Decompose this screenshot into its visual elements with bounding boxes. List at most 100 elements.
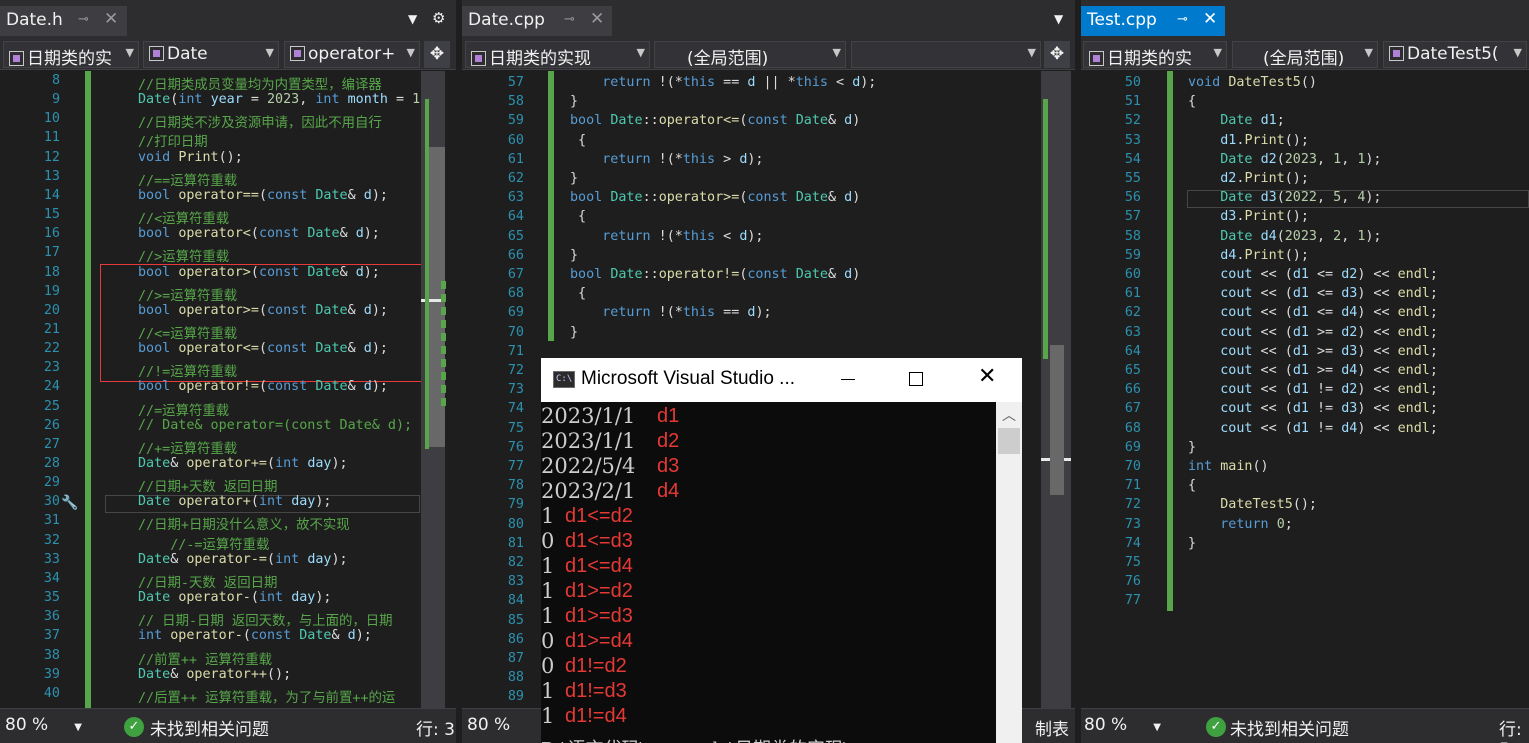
line-number: 65	[507, 228, 524, 244]
console-annotation: d1!=d2	[565, 655, 627, 677]
code-line: {	[570, 132, 587, 148]
code-line: cout << (d1 >= d3) << endl;	[1220, 343, 1438, 359]
code-line: }	[570, 247, 579, 263]
close-icon[interactable]: ✕	[104, 9, 118, 29]
check-circle-icon: ✓	[124, 717, 144, 737]
line-number: 10	[43, 111, 60, 127]
code-line: bool operator>=(const Date& d);	[138, 302, 388, 318]
member-dropdown[interactable]: DateTest5(▼	[1383, 41, 1527, 68]
dropdown-arrow-icon[interactable]: ▼	[408, 12, 417, 26]
vertical-scrollbar[interactable]	[1041, 71, 1071, 708]
code-line: Date d2(2023, 1, 1);	[1220, 151, 1382, 167]
line-number: 66	[1124, 382, 1141, 398]
scope-dropdown[interactable]: Date ▼	[143, 41, 279, 68]
project-label: 日期类的实	[1107, 49, 1192, 68]
zoom-dropdown[interactable]: 80 % ▼	[1084, 715, 1161, 735]
split-icon[interactable]: ✥	[1044, 41, 1070, 68]
line-number: 58	[507, 94, 524, 110]
line-number: 23	[43, 360, 60, 376]
line-number: 28	[43, 456, 60, 471]
zoom-dropdown[interactable]: 80 %	[467, 715, 510, 735]
code-line: Date& operator-=(int day);	[138, 551, 348, 567]
close-icon[interactable]: ✕	[1203, 9, 1217, 29]
scope-dropdown[interactable]: (全局范围) ▼	[1232, 41, 1378, 68]
code-line: d2.Print();	[1220, 171, 1309, 186]
line-number: 74	[507, 401, 524, 417]
check-circle-icon: ✓	[1206, 717, 1226, 737]
line-number: 75	[507, 420, 524, 436]
code-line: }	[1188, 535, 1197, 551]
pin-icon[interactable]: ⊸	[1177, 12, 1188, 27]
issues-status[interactable]: 未找到相关问题	[150, 715, 269, 740]
code-line: void Print();	[138, 149, 243, 165]
line-number: 8	[51, 73, 60, 88]
code-editor[interactable]: 🔧 8 //日期类成员变量均为内置类型，编译器 9 Date(int year = 2…	[0, 71, 456, 708]
tab-date-cpp[interactable]: Date.cpp ⊸ ✕	[462, 6, 612, 36]
tab-date-h[interactable]: Date.h ⊸ ✕	[0, 6, 127, 36]
close-icon[interactable]: ✕	[978, 364, 996, 389]
debug-console-window[interactable]: C:\ Microsoft Visual Studio ... ✕ 2023/1…	[541, 358, 1022, 743]
line-number: 17	[43, 245, 60, 261]
line-number: 61	[1124, 286, 1141, 302]
code-line: cout << (d1 != d4) << endl;	[1220, 420, 1438, 436]
code-line: {	[1188, 94, 1197, 110]
line-number: 56	[1124, 190, 1141, 206]
code-line: cout << (d1 != d3) << endl;	[1220, 401, 1438, 417]
gear-icon[interactable]: ⚙	[432, 9, 445, 27]
issues-status[interactable]: 未找到相关问题	[1230, 715, 1349, 740]
line-indicator: 行: 3	[416, 720, 455, 740]
line-number: 74	[1124, 535, 1141, 551]
maximize-icon[interactable]	[909, 372, 923, 386]
code-line: }	[570, 324, 579, 340]
scroll-map-green	[425, 99, 429, 449]
code-line: //+=运算符重载	[138, 441, 238, 457]
code-editor[interactable]: 50 void DateTest5() 51 {52 Date d1; 53 d1.Pr…	[1081, 71, 1529, 708]
pin-icon[interactable]: ⊸	[564, 12, 575, 27]
code-line: bool Date::operator!=(const Date& d)	[570, 267, 861, 282]
line-number: 9	[51, 92, 60, 108]
navigation-bar: 日期类的实 ▼ (全局范围) ▼ DateTest5(▼	[1081, 38, 1529, 70]
console-title-bar[interactable]: C:\ Microsoft Visual Studio ... ✕	[541, 358, 1022, 402]
line-number: 22	[43, 341, 60, 357]
close-icon[interactable]: ✕	[590, 9, 604, 29]
code-line: //前置++ 运算符重载	[138, 652, 273, 668]
chevron-up-icon[interactable]: ︿	[1002, 405, 1016, 425]
member-dropdown[interactable]: operator+ ▼	[284, 41, 420, 68]
console-app-icon: C:\	[553, 371, 575, 388]
project-dropdown[interactable]: 日期类的实现 ▼	[465, 41, 650, 68]
code-line: Date& operator++();	[138, 666, 292, 682]
line-number: 26	[43, 417, 60, 433]
split-icon[interactable]: ✥	[424, 41, 450, 68]
code-line: return 0;	[1220, 516, 1293, 532]
pin-icon[interactable]: ⊸	[78, 12, 89, 27]
code-line: return !(*this < d);	[602, 228, 764, 244]
line-number: 38	[43, 647, 60, 663]
line-number: 14	[43, 187, 60, 203]
scrollbar-thumb[interactable]	[1050, 345, 1064, 495]
project-dropdown[interactable]: 日期类的实 ▼	[1083, 41, 1227, 68]
console-value: 1	[541, 504, 555, 528]
console-scrollbar[interactable]: ︿	[996, 402, 1022, 743]
scope-dropdown[interactable]: (全局范围) ▼	[654, 41, 846, 68]
console-annotation: d4	[657, 480, 680, 502]
member-dropdown[interactable]: ▼	[851, 41, 1041, 68]
tab-test-cpp[interactable]: Test.cpp ⊸ ✕	[1081, 6, 1225, 36]
console-title: Microsoft Visual Studio ...	[581, 368, 796, 389]
line-number: 76	[507, 439, 524, 455]
line-indicator: 行: 5	[1499, 720, 1522, 743]
line-number: 13	[43, 168, 60, 184]
zoom-dropdown[interactable]: 80 % ▼	[5, 715, 82, 735]
code-line: //<运算符重载	[138, 212, 230, 228]
line-number: 39	[43, 666, 60, 682]
console-annotation: d1>=d3	[565, 605, 633, 627]
tab-label: Date.h	[6, 10, 63, 30]
line-number: 67	[1124, 401, 1141, 417]
minimize-icon[interactable]	[841, 379, 855, 380]
console-value: 2023/1/1	[541, 404, 636, 428]
code-line: bool operator<(const Date& d);	[138, 226, 380, 242]
console-scroll-thumb[interactable]	[998, 428, 1020, 454]
line-number: 84	[507, 593, 524, 609]
project-dropdown[interactable]: 日期类的实 ▼	[3, 41, 139, 68]
vertical-scrollbar[interactable]	[421, 71, 446, 708]
dropdown-arrow-icon[interactable]: ▼	[1054, 12, 1063, 26]
